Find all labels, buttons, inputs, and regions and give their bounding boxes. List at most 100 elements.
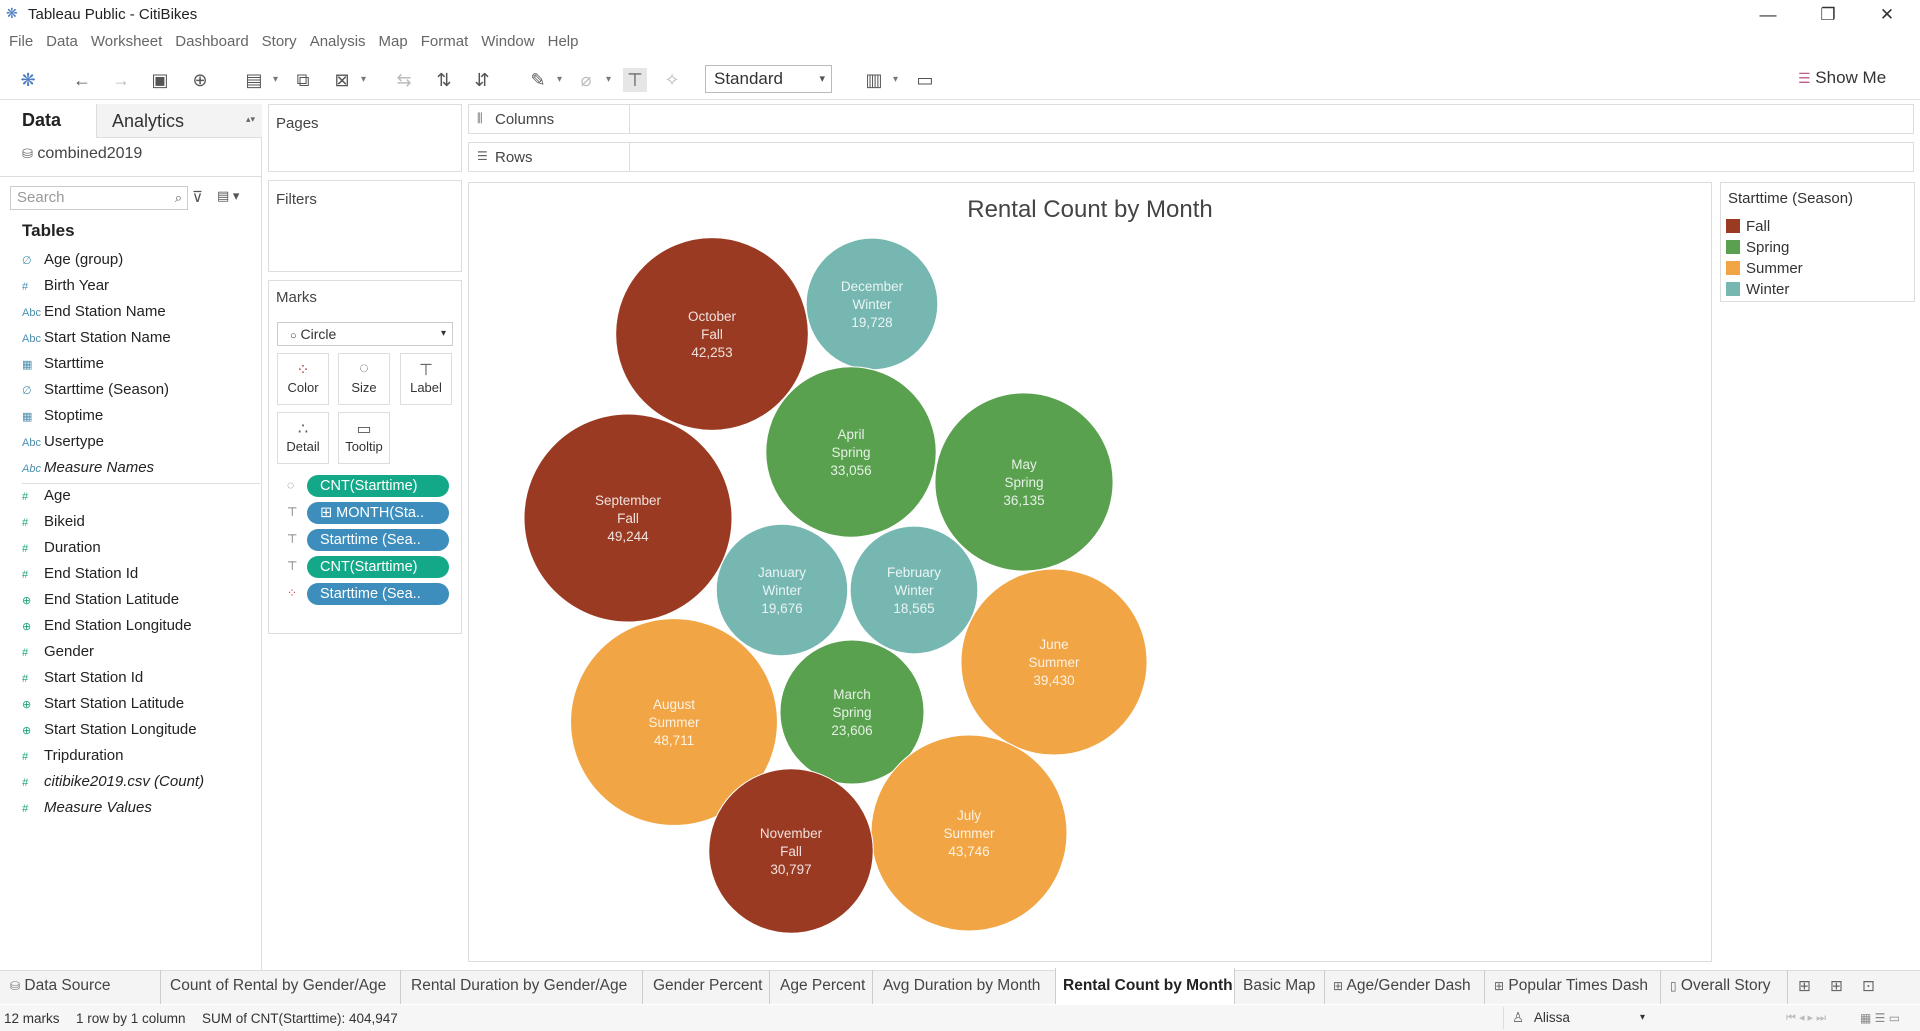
bubble-october[interactable]: October Fall 42,253 [615,237,809,431]
menu-dashboard[interactable]: Dashboard [175,30,248,54]
undo-icon[interactable]: ← [70,68,94,92]
field-item[interactable]: # Birth Year [22,277,109,297]
field-item[interactable]: ⊕ Start Station Longitude [22,721,197,741]
new-worksheet-icon[interactable]: ▤ [242,68,266,92]
pill-size-cnt-starttime[interactable]: CNT(Starttime) [307,475,449,497]
pill-label-season[interactable]: Starttime (Sea.. [307,529,449,551]
clear-sheet-dropdown-icon[interactable]: ▾ [361,68,371,92]
bubble-may[interactable]: May Spring 36,135 [934,392,1114,572]
fix-axes-icon[interactable]: ✧ [660,68,684,92]
bubble-chart[interactable]: October Fall 42,253 December Winter 19,728 Apr… [468,182,1712,962]
view-options-icon[interactable]: ▤ ▾ [217,188,239,204]
group-dropdown-icon[interactable]: ▾ [606,68,616,92]
tab-dashboard[interactable]: ⊞ Popular Times Dash [1494,977,1648,995]
new-data-source-icon[interactable]: ⊕ [188,68,212,92]
show-me-button[interactable]: ☰ Show Me [1798,68,1886,88]
bubble-december[interactable]: December Winter 19,728 [805,237,939,371]
pane-menu-icon[interactable]: ▴▾ [246,114,255,125]
bubble-january[interactable]: January Winter 19,676 [715,523,849,657]
field-item[interactable]: ⊕ Start Station Latitude [22,695,184,715]
menu-format[interactable]: Format [421,30,469,54]
menu-data[interactable]: Data [46,30,78,54]
tab-sheet[interactable]: Rental Duration by Gender/Age [411,977,627,995]
field-item[interactable]: # citibike2019.csv (Count) [22,773,204,793]
field-item[interactable]: Abc Measure Names [22,459,154,479]
fit-select[interactable]: Standard ▾ [705,65,832,93]
field-item[interactable]: ∅ Age (group) [22,251,123,271]
data-source-item[interactable]: ⛁ combined2019 [22,145,142,163]
field-item[interactable]: # Gender [22,643,94,663]
duplicate-sheet-icon[interactable]: ⧉ [291,68,315,92]
sort-ascending-icon[interactable]: ⇅ [432,68,456,92]
show-cards-dropdown-icon[interactable]: ▾ [893,68,903,92]
swap-rows-columns-icon[interactable]: ⇆ [392,68,416,92]
label-button[interactable]: ⊤ Label [400,353,452,405]
menu-help[interactable]: Help [548,30,579,54]
tableau-home-icon[interactable]: ❋ [16,68,40,92]
field-item[interactable]: # Bikeid [22,513,85,533]
sort-descending-icon[interactable]: ⇵ [470,68,494,92]
tab-sheet[interactable]: Avg Duration by Month [883,977,1040,995]
restore-button[interactable]: ❐ [1805,2,1851,28]
field-item[interactable]: # Tripduration [22,747,123,767]
menu-story[interactable]: Story [262,30,297,54]
save-icon[interactable]: ▣ [148,68,172,92]
show-mark-labels-icon[interactable]: ⊤ [623,68,647,92]
tab-data[interactable]: Data [22,110,61,131]
menu-worksheet[interactable]: Worksheet [91,30,162,54]
field-item[interactable]: Abc Start Station Name [22,329,171,349]
bubble-november[interactable]: November Fall 30,797 [708,768,874,934]
tab-story[interactable]: ▯ Overall Story [1670,977,1771,995]
field-item[interactable]: ▦ Starttime [22,355,104,375]
pill-color-season[interactable]: Starttime (Sea.. [307,583,449,605]
detail-button[interactable]: ∴ Detail [277,412,329,464]
highlight-dropdown-icon[interactable]: ▾ [557,68,567,92]
bubble-july[interactable]: July Summer 43,746 [870,734,1068,932]
minimize-button[interactable]: — [1745,2,1791,28]
rows-shelf[interactable]: ☰ Rows [468,142,1914,172]
menu-window[interactable]: Window [481,30,534,54]
field-item[interactable]: Abc Usertype [22,433,104,453]
presentation-mode-icon[interactable]: ▭ [913,68,937,92]
new-story-icon[interactable]: ⊡ [1862,977,1875,996]
field-item[interactable]: ⊕ End Station Latitude [22,591,179,611]
tab-data-source[interactable]: ⛁ Data Source [10,977,111,995]
pill-label-month[interactable]: ⊞ MONTH(Sta.. [307,502,449,524]
bubble-june[interactable]: June Summer 39,430 [960,568,1148,756]
bubble-september[interactable]: September Fall 49,244 [523,413,733,623]
close-button[interactable]: ✕ [1864,2,1910,28]
search-input[interactable]: Search ⌕ [10,186,188,210]
field-item[interactable]: Abc End Station Name [22,303,166,323]
highlight-icon[interactable]: ✎ [526,68,550,92]
field-item[interactable]: # Duration [22,539,101,559]
menu-analysis[interactable]: Analysis [310,30,366,54]
redo-icon[interactable]: → [109,68,133,92]
menu-file[interactable]: File [9,30,33,54]
legend-item-winter[interactable]: Winter [1726,281,1789,298]
group-members-icon[interactable]: ⌀ [574,68,598,92]
filter-icon[interactable]: ⊽ [192,188,203,206]
sheet-nav-icon[interactable]: ⏮ ◂ ▸ ⏭ [1786,1011,1826,1025]
tab-sheet[interactable]: Gender Percent [653,977,762,995]
pill-label-cnt-starttime[interactable]: CNT(Starttime) [307,556,449,578]
field-item[interactable]: # Age [22,487,71,507]
field-item[interactable]: # End Station Id [22,565,138,585]
show-cards-icon[interactable]: ▥ [862,68,886,92]
color-button[interactable]: ⁘ Color [277,353,329,405]
user-menu[interactable]: ♙ Alissa ▾ [1503,1007,1653,1029]
size-button[interactable]: ◌ Size [338,353,390,405]
tab-analytics[interactable]: Analytics [112,111,184,132]
field-item[interactable]: ⊕ End Station Longitude [22,617,192,637]
field-item[interactable]: # Start Station Id [22,669,143,689]
columns-shelf[interactable]: ⫼ Columns [468,104,1914,134]
legend-item-summer[interactable]: Summer [1726,260,1803,277]
bubble-april[interactable]: April Spring 33,056 [765,366,937,538]
sheet-sorter-icon[interactable]: ▦ ☰ ▭ [1860,1011,1900,1025]
clear-sheet-icon[interactable]: ⊠ [330,68,354,92]
tab-sheet-active[interactable]: Rental Count by Month [1063,977,1233,995]
legend-item-spring[interactable]: Spring [1726,239,1789,256]
new-worksheet-icon[interactable]: ⊞ [1798,977,1811,996]
tab-sheet[interactable]: Count of Rental by Gender/Age [170,977,386,995]
new-dashboard-icon[interactable]: ⊞ [1830,977,1843,996]
tab-sheet[interactable]: Age Percent [780,977,865,995]
